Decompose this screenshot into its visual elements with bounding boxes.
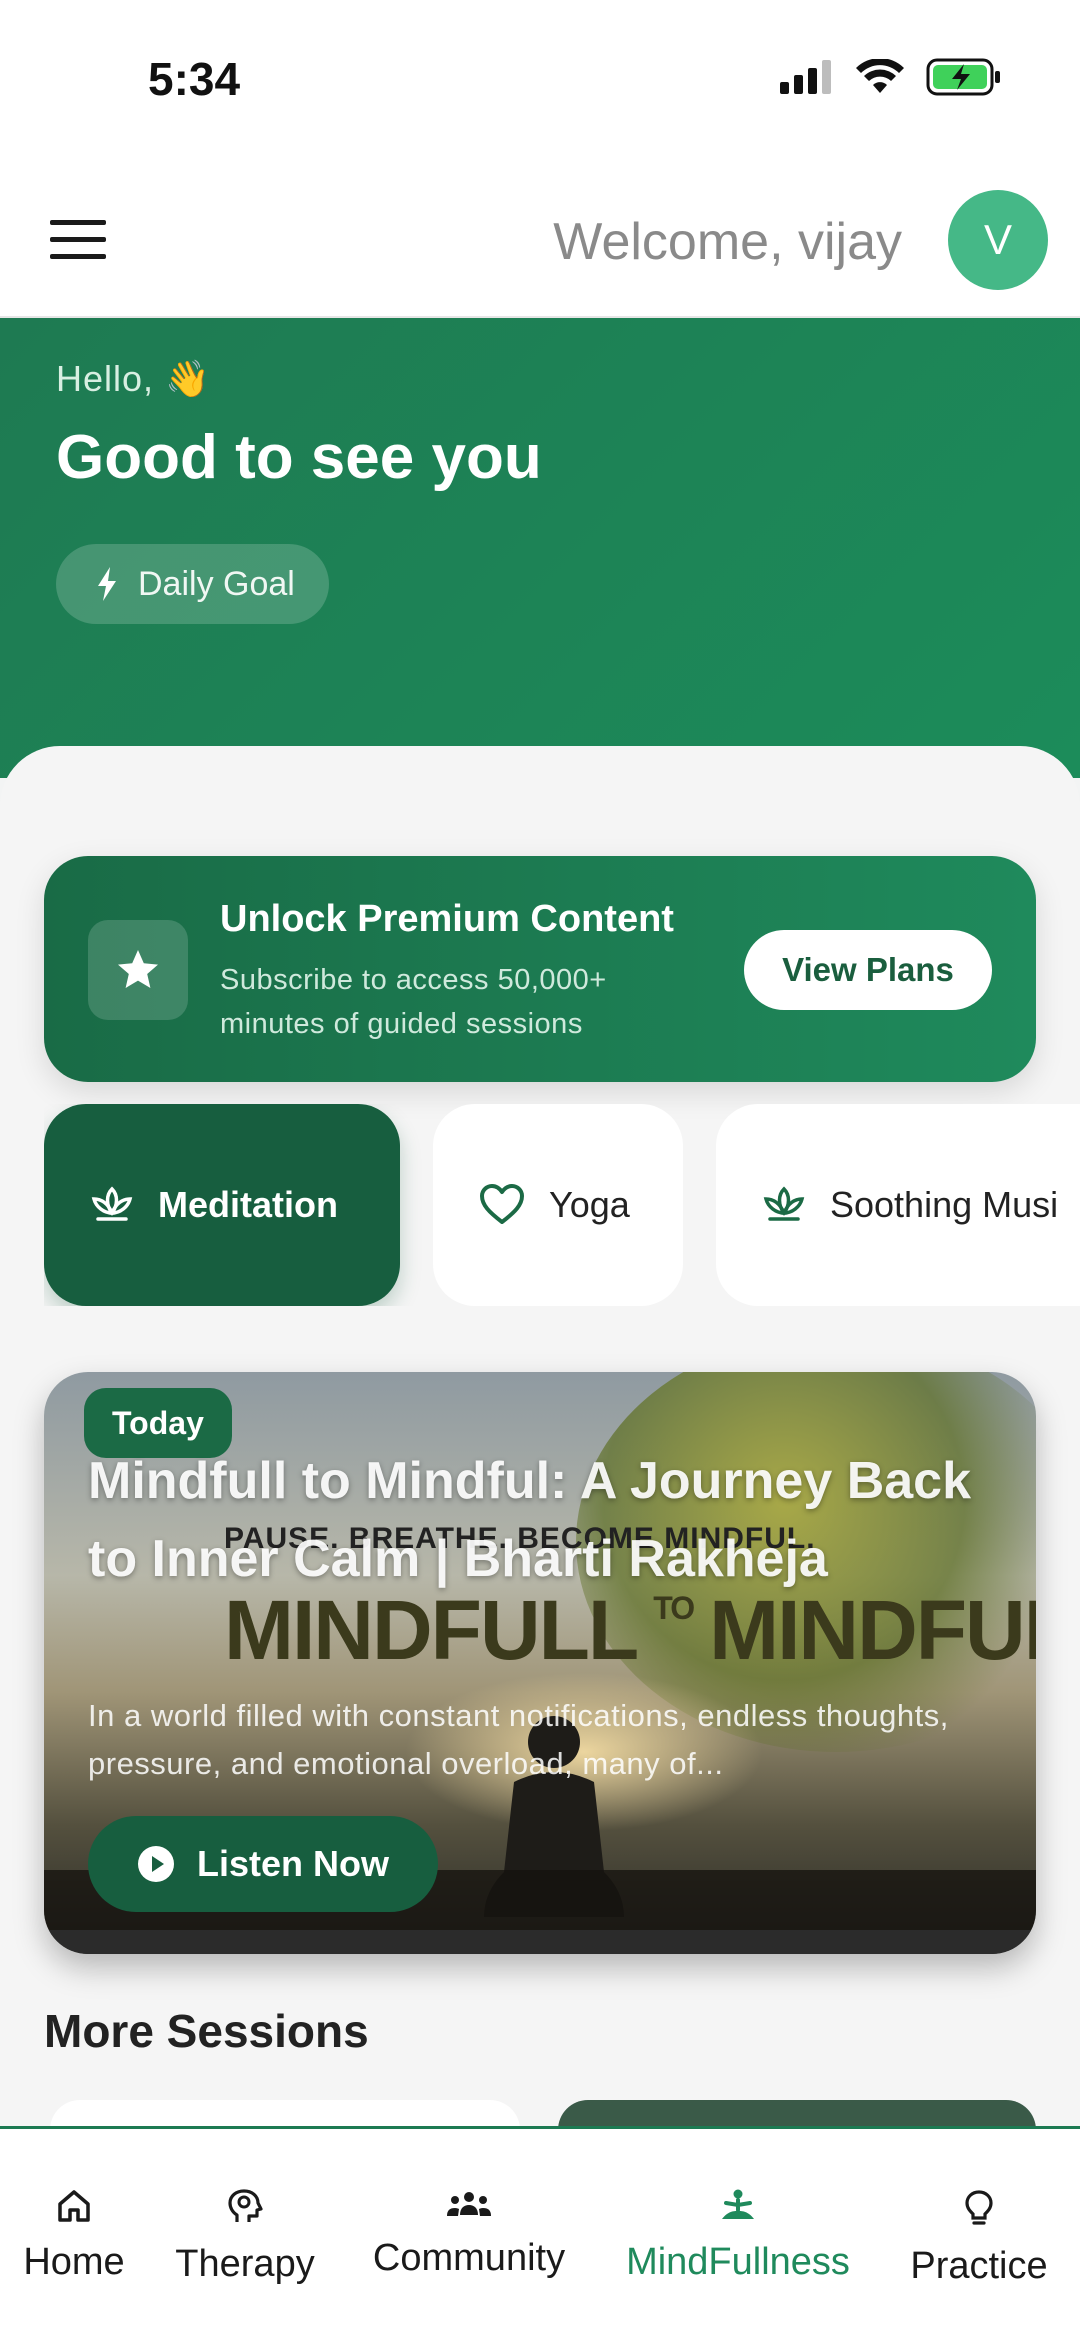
nav-community[interactable]: Community [356,2189,582,2280]
chip-label: Meditation [158,1184,338,1225]
daily-goal-label: Daily Goal [138,564,295,603]
people-icon [447,2192,491,2216]
hero-greeting: Hello, 👋 [56,358,211,399]
welcome-text: Welcome, vijay [553,213,902,271]
play-circle-icon [137,1846,174,1882]
view-plans-button[interactable]: View Plans [744,930,992,1010]
nav-label: Therapy [175,2243,315,2285]
nav-mindfullness[interactable]: MindFullness [610,2189,866,2284]
nav-therapy[interactable]: Therapy [160,2189,330,2286]
app-header: Welcome, vijay V [0,160,1080,318]
brain-head-icon [228,2189,263,2222]
nav-home[interactable]: Home [14,2189,134,2284]
signal-icon [780,60,831,94]
lightning-icon [98,567,116,601]
status-bar: 5:34 [0,0,1080,160]
avatar[interactable]: V [948,190,1048,290]
chip-yoga[interactable]: Yoga [433,1104,683,1306]
meditation-icon [722,2189,754,2219]
nav-label: Community [372,2237,566,2279]
chip-meditation[interactable]: Meditation [44,1104,400,1306]
listen-now-label: Listen Now [196,1843,389,1884]
more-sessions-title: More Sessions [44,2005,369,2057]
wifi-icon [856,59,904,93]
featured-description: In a world filled with constant notifica… [88,1698,949,1781]
nav-practice[interactable]: Practice [894,2189,1064,2288]
star-icon [88,920,188,1020]
featured-session-card[interactable]: PAUSE. BREATHE. BECOME MINDFUL. MINDFULL… [44,1372,1036,1954]
lotus-icon [763,1186,805,1221]
category-chips: Meditation Yoga Soothing Musi [44,1104,1080,1306]
lotus-icon [91,1186,133,1221]
chip-soothing-music[interactable]: Soothing Musi [716,1104,1080,1306]
hamburger-menu-icon[interactable] [50,220,106,260]
hero-banner: Hello, 👋 Good to see you Daily Goal [0,318,1080,778]
chip-label: Soothing Musi [830,1184,1059,1225]
daily-goal-button[interactable]: Daily Goal [56,544,329,624]
chip-label: Yoga [549,1184,630,1225]
home-icon [58,2190,90,2222]
heart-icon [480,1184,524,1224]
battery-charging-icon [926,58,1000,96]
featured-title: Mindfull to Mindful: A Journey Back to I… [88,1452,972,1588]
status-icons [780,58,1002,96]
premium-subtitle: Subscribe to access 50,000+ minutes of g… [220,964,607,1040]
thumbnail-footer [44,1930,1036,1954]
nav-label: Practice [910,2245,1048,2287]
status-time: 5:34 [148,53,241,105]
premium-banner: Unlock Premium Content Subscribe to acce… [44,856,1036,1082]
premium-title: Unlock Premium Content [220,898,674,940]
bottom-navigation: Home Therapy Community MindFullness Prac… [0,2126,1080,2340]
nav-label: Home [23,2241,125,2283]
listen-now-button[interactable]: Listen Now [88,1816,438,1912]
hero-title: Good to see you [56,423,542,492]
nav-label: MindFullness [626,2241,850,2283]
lightbulb-icon [965,2190,993,2225]
